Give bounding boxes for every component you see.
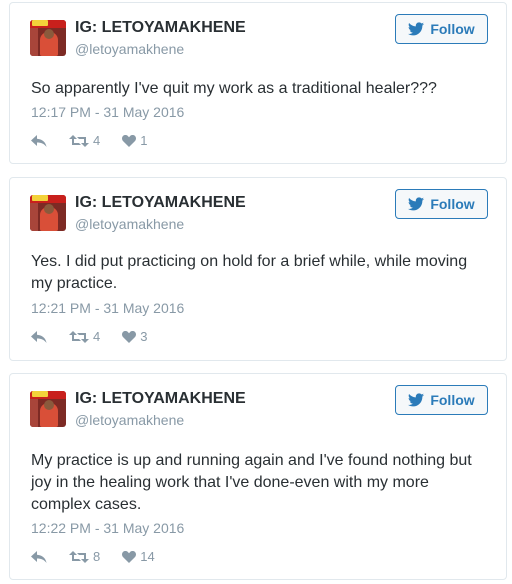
follow-button[interactable]: Follow bbox=[395, 189, 488, 219]
twitter-bird-icon bbox=[408, 197, 425, 211]
retweet-count: 8 bbox=[93, 549, 101, 564]
heart-icon bbox=[122, 330, 137, 343]
reply-icon bbox=[31, 550, 47, 563]
like-count: 1 bbox=[140, 133, 148, 148]
tweet-timestamp[interactable]: 12:17 PM - 31 May 2016 bbox=[31, 104, 184, 120]
follow-label: Follow bbox=[430, 196, 475, 212]
user-handle[interactable]: @letoyamakhene bbox=[75, 216, 184, 232]
retweet-icon bbox=[69, 134, 89, 147]
tweet-actions: 8 14 bbox=[31, 549, 177, 564]
avatar[interactable] bbox=[30, 391, 66, 427]
reply-button[interactable] bbox=[31, 134, 47, 147]
tweet-card: IG: LETOYAMAKHENE @letoyamakhene Follow … bbox=[9, 2, 507, 164]
like-button[interactable]: 1 bbox=[122, 133, 147, 148]
user-handle[interactable]: @letoyamakhene bbox=[75, 412, 184, 428]
retweet-count: 4 bbox=[93, 133, 101, 148]
heart-icon bbox=[122, 550, 137, 563]
user-handle[interactable]: @letoyamakhene bbox=[75, 41, 184, 57]
heart-icon bbox=[122, 134, 137, 147]
retweet-button[interactable]: 4 bbox=[69, 329, 100, 344]
like-count: 3 bbox=[140, 329, 148, 344]
reply-icon bbox=[31, 134, 47, 147]
tweet-text: Yes. I did put practicing on hold for a … bbox=[31, 253, 468, 292]
avatar[interactable] bbox=[30, 195, 66, 231]
reply-button[interactable] bbox=[31, 330, 47, 343]
retweet-button[interactable]: 4 bbox=[69, 133, 100, 148]
tweet-actions: 4 1 bbox=[31, 133, 169, 148]
display-name[interactable]: IG: LETOYAMAKHENE bbox=[75, 19, 246, 37]
tweet-card: IG: LETOYAMAKHENE @letoyamakhene Follow … bbox=[9, 177, 507, 361]
twitter-bird-icon bbox=[408, 22, 425, 36]
like-button[interactable]: 3 bbox=[122, 329, 147, 344]
follow-button[interactable]: Follow bbox=[395, 14, 488, 44]
tweet-timestamp[interactable]: 12:21 PM - 31 May 2016 bbox=[31, 300, 184, 316]
retweet-icon bbox=[69, 550, 89, 563]
follow-label: Follow bbox=[430, 392, 475, 408]
twitter-bird-icon bbox=[408, 393, 425, 407]
retweet-count: 4 bbox=[93, 329, 101, 344]
display-name[interactable]: IG: LETOYAMAKHENE bbox=[75, 390, 246, 408]
tweet-timestamp[interactable]: 12:22 PM - 31 May 2016 bbox=[31, 520, 184, 536]
like-count: 14 bbox=[140, 549, 155, 564]
follow-button[interactable]: Follow bbox=[395, 385, 488, 415]
follow-label: Follow bbox=[430, 21, 475, 37]
retweet-icon bbox=[69, 330, 89, 343]
reply-icon bbox=[31, 330, 47, 343]
tweet-text: So apparently I've quit my work as a tra… bbox=[31, 80, 437, 97]
tweet-actions: 4 3 bbox=[31, 329, 169, 344]
tweet-text: My practice is up and running again and … bbox=[31, 452, 472, 513]
retweet-button[interactable]: 8 bbox=[69, 549, 100, 564]
avatar[interactable] bbox=[30, 20, 66, 56]
tweet-card: IG: LETOYAMAKHENE @letoyamakhene Follow … bbox=[9, 373, 507, 580]
reply-button[interactable] bbox=[31, 550, 47, 563]
display-name[interactable]: IG: LETOYAMAKHENE bbox=[75, 194, 246, 212]
like-button[interactable]: 14 bbox=[122, 549, 155, 564]
